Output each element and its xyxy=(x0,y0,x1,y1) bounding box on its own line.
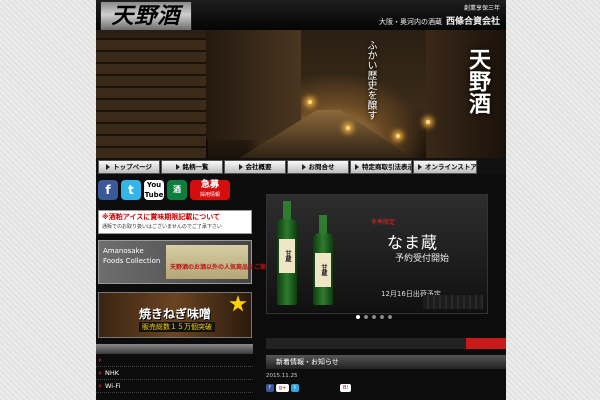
nav-top-page[interactable]: トップページ xyxy=(98,160,160,174)
ice-notice-sub: 通販でのお取り扱いはございませんのでご了承下さい xyxy=(102,224,222,230)
site-header: 天野酒 創業享保三年 大阪・奥河内の酒蔵 西條合資会社 xyxy=(96,0,506,31)
foods-collection-sub: 天野酒のお酒以外の人気商品をご案内 xyxy=(170,264,273,271)
google-plus-button[interactable]: g+ xyxy=(275,384,290,392)
negi-miso-title: 焼きねぎ味噌 xyxy=(139,307,212,321)
side-list-item[interactable] xyxy=(96,354,253,367)
company-tagline: 創業享保三年 大阪・奥河内の酒蔵 西條合資会社 xyxy=(379,3,500,27)
sake-bottle-image: 甘蔵 xyxy=(277,201,297,305)
negi-miso-sub: 販売総数１５万個突破 xyxy=(139,322,215,332)
site-container: 天野酒 創業享保三年 大阪・奥河内の酒蔵 西條合資会社 ふかい歴史を醸す 天野酒 … xyxy=(96,0,506,400)
banner-title: なま蔵 xyxy=(387,233,439,252)
side-list-header xyxy=(96,344,253,354)
ice-notice-title: ※酒粕アイスに賞味期限記載について xyxy=(102,213,221,221)
side-list-item[interactable]: Wi-Fi xyxy=(96,380,253,393)
nav-product-list[interactable]: 銘柄一覧 xyxy=(161,160,223,174)
sake-badge-icon[interactable]: 酒 xyxy=(167,180,187,200)
nav-online-store[interactable]: オンラインストア xyxy=(413,160,477,174)
hero-image: ふかい歴史を醸す 天野酒 xyxy=(96,30,506,158)
twitter-share-button[interactable]: t xyxy=(291,384,300,392)
hatena-bookmark-button[interactable]: B! xyxy=(340,384,352,392)
news-section-title: 新着情報・お知らせ xyxy=(266,355,506,369)
location-text: 大阪・奥河内の酒蔵 xyxy=(378,18,442,26)
lantern-light xyxy=(426,120,430,124)
slider-dot[interactable] xyxy=(380,315,384,319)
section-divider xyxy=(266,338,506,349)
lantern-light xyxy=(308,100,312,104)
youtube-icon[interactable]: You Tube xyxy=(144,180,164,200)
ice-notice-banner[interactable]: ※酒粕アイスに賞味期限記載について 通販でのお取り扱いはございませんのでご了承下… xyxy=(98,210,252,234)
lantern-light xyxy=(396,134,400,138)
share-buttons: f g+ t xyxy=(266,384,300,392)
sake-bottle-image: 甘蔵 xyxy=(313,215,333,305)
bottle-label: 甘蔵 xyxy=(315,253,331,287)
negi-miso-banner[interactable]: 焼きねぎ味噌 販売総数１５万個突破 xyxy=(98,292,252,338)
namakura-banner[interactable]: 甘蔵 甘蔵 冬季限定 なま蔵 予約受付開始 12月16日出荷予定 xyxy=(266,194,488,314)
nav-legal-notice[interactable]: 特定商取引法表示 xyxy=(350,160,412,174)
limited-label: 冬季限定 xyxy=(371,219,396,226)
slider-dot[interactable] xyxy=(372,315,376,319)
nav-company-profile[interactable]: 会社概要 xyxy=(224,160,286,174)
founded-text: 創業享保三年 xyxy=(463,5,500,12)
side-list-item[interactable]: NHK xyxy=(96,367,253,380)
left-sidebar: f t You Tube 酒 急募 採用情報 ※酒粕アイスに賞味期限記載について… xyxy=(96,176,272,400)
foods-collection-banner[interactable]: Amanosake Foods Collection 天野酒のお酒以外の人気商品… xyxy=(98,240,272,284)
banner-subtitle: 予約受付開始 xyxy=(395,254,450,264)
facebook-icon[interactable]: f xyxy=(98,180,118,200)
twitter-icon[interactable]: t xyxy=(121,180,141,200)
sake-barrel-image xyxy=(96,38,208,158)
slider-dot[interactable] xyxy=(356,315,360,319)
hero-catchphrase: ふかい歴史を醸す xyxy=(365,40,376,120)
recruit-button[interactable]: 急募 採用情報 xyxy=(190,180,230,200)
social-links: f t You Tube 酒 急募 採用情報 xyxy=(98,180,230,200)
recruit-title: 急募 xyxy=(200,180,219,190)
news-date: 2015.11.25 xyxy=(266,373,298,379)
lantern-light xyxy=(346,126,350,130)
site-logo[interactable]: 天野酒 xyxy=(100,1,192,31)
bottle-label: 甘蔵 xyxy=(279,239,295,273)
slider-dot[interactable] xyxy=(364,315,368,319)
side-link-list: NHK Wi-Fi xyxy=(96,344,253,393)
slider-dot[interactable] xyxy=(388,315,392,319)
star-badge-icon xyxy=(229,295,247,312)
company-name: 西條合資会社 xyxy=(445,17,500,27)
foods-image: 天野酒のお酒以外の人気商品をご案内 xyxy=(166,245,272,279)
main-content: 甘蔵 甘蔵 冬季限定 なま蔵 予約受付開始 12月16日出荷予定 新着情報・お知… xyxy=(264,176,506,400)
slider-dots xyxy=(356,315,392,319)
facebook-share-button[interactable]: f xyxy=(266,384,274,392)
nav-contact[interactable]: お問合せ xyxy=(287,160,349,174)
recruit-sub: 採用情報 xyxy=(199,192,220,198)
foods-collection-title: Amanosake Foods Collection xyxy=(103,247,161,265)
hero-brand-logo: 天野酒 xyxy=(465,48,491,114)
main-nav: トップページ 銘柄一覧 会社概要 お問合せ 特定商取引法表示 オンラインストア xyxy=(96,158,506,174)
